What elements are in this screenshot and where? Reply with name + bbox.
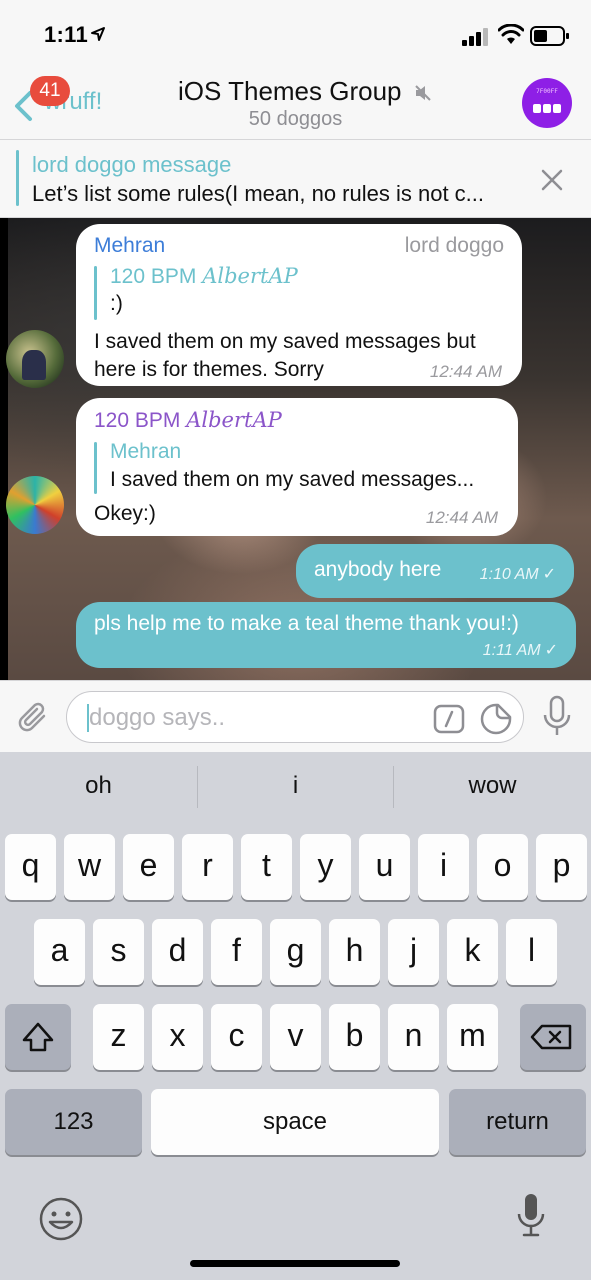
key[interactable]: a [34, 919, 85, 985]
pinned-text: Let’s list some rules(I mean, no rules i… [32, 181, 484, 206]
pinned-message[interactable]: lord doggo message Let’s list some rules… [0, 140, 591, 218]
key[interactable]: i [418, 834, 469, 900]
key[interactable]: p [536, 834, 587, 900]
key[interactable]: g [270, 919, 321, 985]
reply-text: I saved them on my saved messages... [110, 468, 475, 491]
key[interactable]: r [182, 834, 233, 900]
message-text: pls help me to make a teal theme thank y… [94, 612, 519, 635]
key[interactable]: y [300, 834, 351, 900]
input-placeholder: doggo says.. [89, 704, 226, 731]
backspace-icon [530, 1024, 572, 1050]
key[interactable]: h [329, 919, 380, 985]
message-bubble[interactable]: Mehran lord doggo 120 BPM AlbertAP :) I … [76, 224, 522, 386]
sender-role: lord doggo [404, 234, 504, 257]
delete-key[interactable] [520, 1004, 586, 1070]
key[interactable]: s [93, 919, 144, 985]
microphone-icon[interactable] [540, 695, 574, 737]
key[interactable]: z [93, 1004, 144, 1070]
chat-subtitle: 50 doggos [248, 108, 343, 130]
message-bubble-outgoing[interactable]: pls help me to make a teal theme thank y… [76, 602, 576, 668]
reply-sender: Mehran [110, 440, 182, 463]
message-time: 12:44 AM [425, 508, 498, 527]
key[interactable]: e [123, 834, 174, 900]
chat-header: wruff! 41 iOS Themes Group 50 doggos 7F0… [0, 64, 591, 140]
reply-accent-bar [94, 266, 97, 320]
message-input-bar: doggo says.. [0, 680, 591, 752]
key[interactable]: k [447, 919, 498, 985]
chat-title: iOS Themes Group [178, 76, 402, 106]
unread-badge: 41 [30, 76, 70, 106]
message-text: here is for themes. Sorry [94, 358, 324, 381]
key[interactable]: v [270, 1004, 321, 1070]
cellular-signal-icon [462, 28, 488, 46]
status-bar: 1:11 [0, 0, 591, 64]
suggestion-item[interactable]: oh [0, 772, 197, 800]
shift-key[interactable] [5, 1004, 71, 1070]
pinned-accent-bar [16, 150, 19, 206]
message-time: 12:44 AM [429, 362, 502, 381]
sender-avatar[interactable] [6, 476, 64, 534]
reply-quote[interactable]: Mehran I saved them on my saved messages… [94, 440, 504, 498]
key[interactable]: m [447, 1004, 498, 1070]
key[interactable]: x [152, 1004, 203, 1070]
battery-icon [530, 26, 569, 46]
key[interactable]: u [359, 834, 410, 900]
key[interactable]: c [211, 1004, 262, 1070]
key[interactable]: d [152, 919, 203, 985]
wifi-icon [498, 24, 524, 44]
keyboard: oh i wow q w e r t y u i o p a s d f g h… [0, 752, 591, 1280]
message-sender[interactable]: Mehran [94, 234, 165, 258]
pinned-title: lord doggo message [32, 152, 232, 177]
reply-accent-bar [94, 442, 97, 494]
space-key[interactable]: space [151, 1089, 439, 1155]
read-check-icon: ✓ [544, 642, 558, 659]
key[interactable]: b [329, 1004, 380, 1070]
reply-sender: 120 BPM AlbertAP [110, 264, 298, 288]
home-indicator[interactable] [190, 1260, 400, 1267]
key[interactable]: l [506, 919, 557, 985]
emoji-icon[interactable] [38, 1196, 84, 1242]
muted-speaker-icon [415, 85, 431, 101]
chat-messages[interactable]: Mehran lord doggo 120 BPM AlbertAP :) I … [0, 218, 591, 680]
keyboard-suggestions: oh i wow [0, 752, 591, 822]
suggestion-item[interactable]: wow [394, 772, 591, 800]
message-input[interactable]: doggo says.. [66, 691, 524, 743]
paperclip-icon[interactable] [14, 699, 52, 737]
location-arrow-icon [91, 27, 105, 41]
key[interactable]: f [211, 919, 262, 985]
key[interactable]: t [241, 834, 292, 900]
message-bubble[interactable]: 120 BPM AlbertAP Mehran I saved them on … [76, 398, 518, 536]
message-time: 1:10 AM ✓ [479, 566, 556, 583]
close-icon[interactable] [538, 166, 566, 194]
sticker-icon[interactable] [479, 702, 513, 736]
reply-quote[interactable]: 120 BPM AlbertAP :) [94, 264, 504, 322]
reply-text: :) [110, 292, 123, 315]
key[interactable]: o [477, 834, 528, 900]
shift-icon [22, 1022, 54, 1052]
suggestion-item[interactable]: i [197, 772, 394, 800]
numbers-key[interactable]: 123 [5, 1089, 142, 1155]
return-key[interactable]: return [449, 1089, 586, 1155]
key[interactable]: q [5, 834, 56, 900]
group-avatar-label: 7F00FF [536, 88, 558, 95]
key[interactable]: j [388, 919, 439, 985]
key[interactable]: n [388, 1004, 439, 1070]
key[interactable]: w [64, 834, 115, 900]
message-time: 1:11 AM ✓ [482, 642, 558, 659]
dictation-microphone-icon[interactable] [514, 1192, 548, 1238]
bot-command-icon[interactable] [433, 704, 465, 734]
read-check-icon: ✓ [542, 566, 556, 583]
message-sender[interactable]: 120 BPM AlbertAP [94, 408, 282, 433]
status-time: 1:11 [44, 22, 89, 47]
sender-avatar[interactable] [6, 330, 64, 388]
message-text: I saved them on my saved messages but [94, 330, 476, 353]
group-avatar[interactable]: 7F00FF [522, 78, 572, 128]
group-avatar-bars [533, 104, 561, 113]
message-text: Okey:) [94, 502, 156, 525]
message-text: anybody here [314, 558, 442, 581]
message-bubble-outgoing[interactable]: anybody here 1:10 AM ✓ [296, 544, 574, 598]
